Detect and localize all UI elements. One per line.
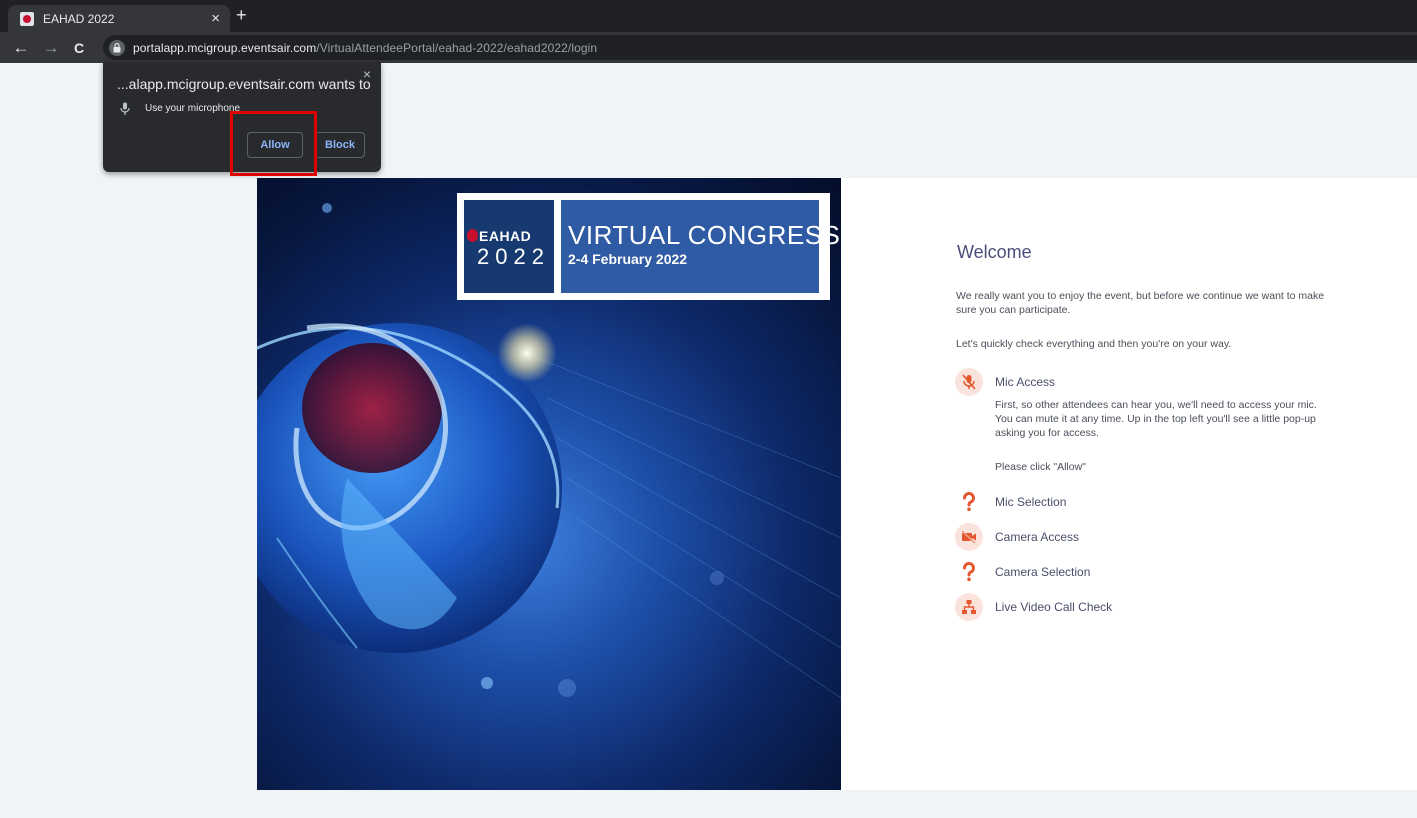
welcome-intro-2: Let's quickly check everything and then … bbox=[956, 338, 1232, 350]
question-icon bbox=[955, 558, 983, 586]
browser-tab-strip: EAHAD 2022 × + bbox=[0, 0, 1417, 32]
step-label: Mic Access bbox=[995, 375, 1056, 389]
mic-access-prompt: Please click "Allow" bbox=[995, 461, 1086, 473]
step-mic-access: Mic Access bbox=[955, 368, 1055, 396]
light-flare bbox=[497, 323, 557, 383]
allow-highlight-box bbox=[230, 111, 317, 176]
eahad-brand: EAHAD bbox=[479, 228, 532, 244]
permission-title: ...alapp.mcigroup.eventsair.com wants to bbox=[117, 76, 371, 92]
back-button[interactable]: ← bbox=[9, 38, 33, 58]
step-mic-selection: Mic Selection bbox=[955, 488, 1066, 516]
block-button[interactable]: Block bbox=[315, 132, 365, 158]
welcome-panel: Welcome We really want you to enjoy the … bbox=[841, 178, 1417, 790]
question-icon bbox=[955, 488, 983, 516]
forward-button[interactable]: → bbox=[39, 38, 63, 58]
mic-off-icon bbox=[955, 368, 983, 396]
step-camera-selection: Camera Selection bbox=[955, 558, 1090, 586]
site-favicon-icon bbox=[20, 11, 34, 26]
url-text[interactable]: portalapp.mcigroup.eventsair.com/Virtual… bbox=[133, 41, 597, 55]
permission-request: Use your microphone bbox=[145, 103, 241, 114]
permission-close-icon[interactable]: × bbox=[363, 66, 371, 82]
step-label: Live Video Call Check bbox=[995, 600, 1113, 614]
url-path: /VirtualAttendeePortal/eahad-2022/eahad2… bbox=[316, 40, 598, 55]
congress-hero-image: EAHAD 2022 VIRTUAL CONGRESS 2-4 February… bbox=[257, 178, 841, 790]
browser-tab[interactable]: EAHAD 2022 × bbox=[8, 5, 230, 32]
reload-button[interactable]: C bbox=[67, 40, 91, 56]
microphone-icon bbox=[120, 102, 130, 115]
tab-title: EAHAD 2022 bbox=[43, 11, 115, 26]
camera-off-icon bbox=[955, 523, 983, 551]
network-icon bbox=[955, 593, 983, 621]
welcome-intro: We really want you to enjoy the event, b… bbox=[956, 290, 1325, 316]
eahad-drop-icon bbox=[467, 229, 478, 242]
new-tab-button[interactable]: + bbox=[236, 5, 247, 26]
congress-dates: 2-4 February 2022 bbox=[568, 251, 688, 267]
browser-toolbar: ← → C portalapp.mcigroup.eventsair.com/V… bbox=[0, 32, 1417, 63]
welcome-title: Welcome bbox=[957, 242, 1032, 262]
step-live-video-check: Live Video Call Check bbox=[955, 593, 1112, 621]
step-camera-access: Camera Access bbox=[955, 523, 1079, 551]
lock-icon[interactable] bbox=[109, 39, 125, 56]
url-host: portalapp.mcigroup.eventsair.com bbox=[133, 40, 317, 55]
mic-access-detail: First, so other attendees can hear you, … bbox=[995, 399, 1317, 439]
address-bar[interactable]: portalapp.mcigroup.eventsair.com/Virtual… bbox=[103, 35, 1417, 60]
step-label: Camera Selection bbox=[995, 565, 1091, 579]
eahad-year: 2022 bbox=[477, 244, 550, 269]
step-label: Mic Selection bbox=[995, 495, 1067, 509]
tab-close-icon[interactable]: × bbox=[211, 10, 220, 27]
congress-headline: VIRTUAL CONGRESS bbox=[568, 220, 841, 250]
step-label: Camera Access bbox=[995, 530, 1080, 544]
